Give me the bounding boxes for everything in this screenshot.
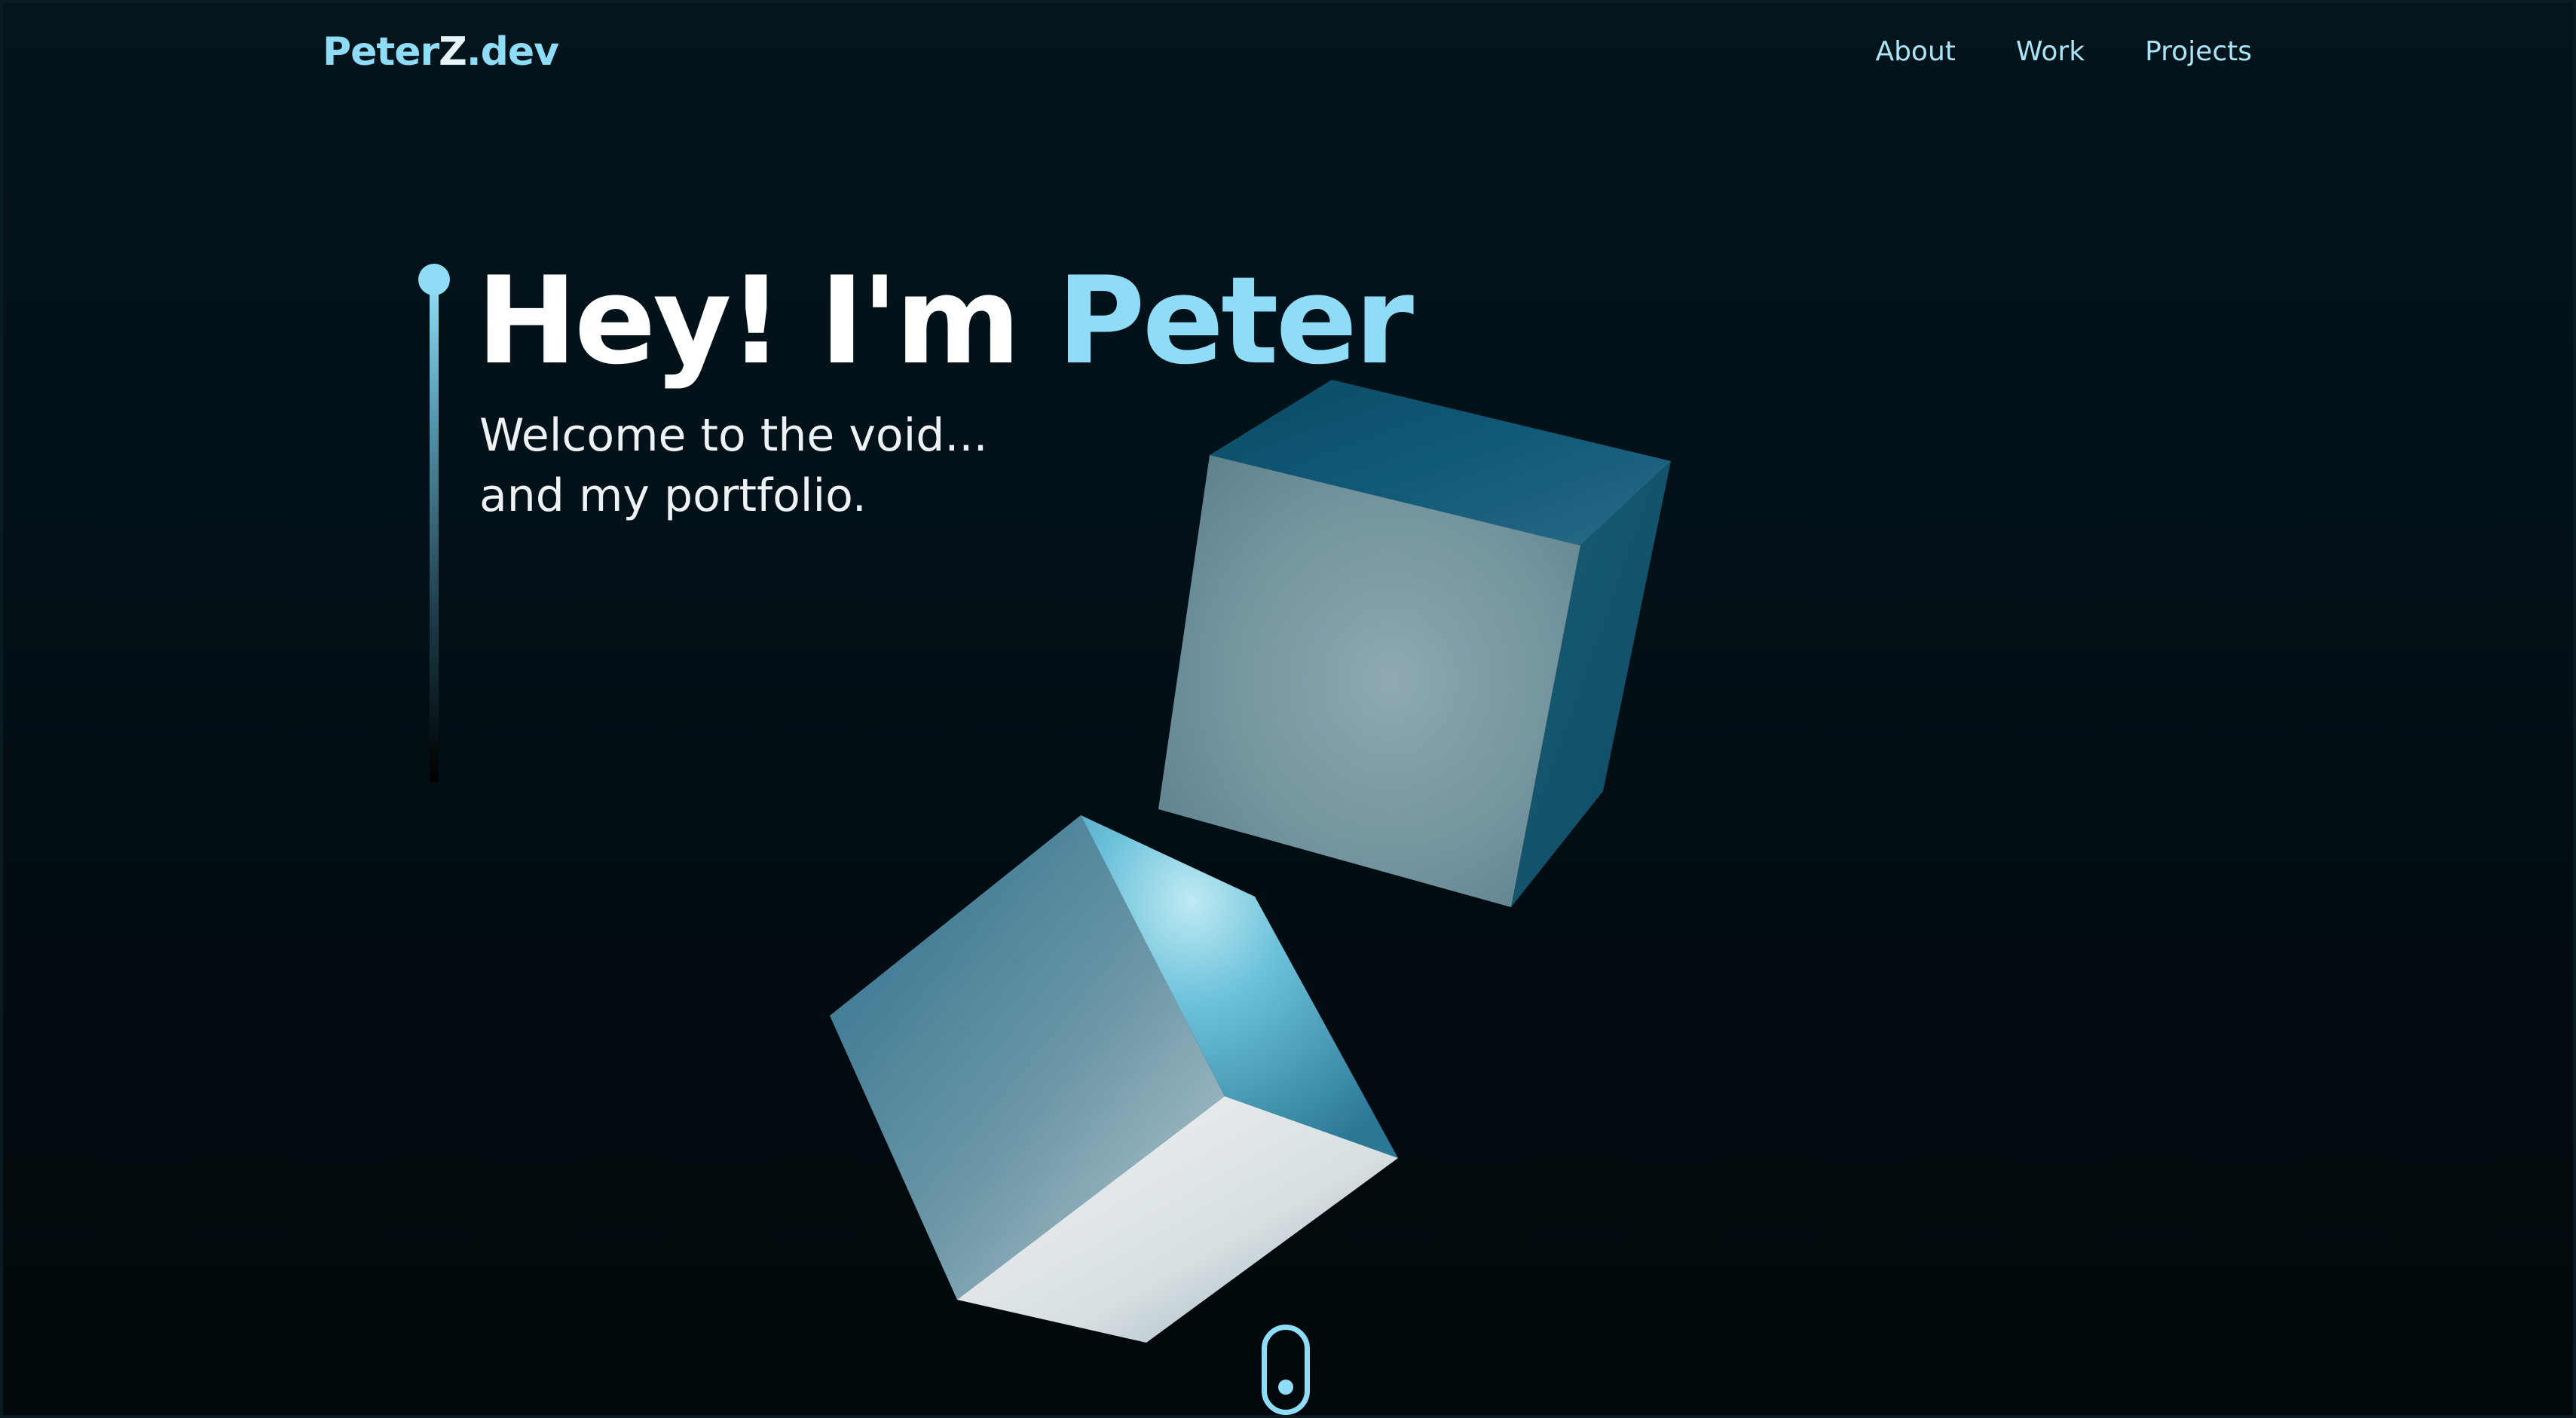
mouse-scroll-icon[interactable] xyxy=(1262,1325,1310,1415)
hero-page: PeterZ.dev About Work Projects Hey! I'm … xyxy=(0,0,2576,1418)
scroll-wheel-dot xyxy=(1278,1380,1293,1395)
cube-upper-right xyxy=(1158,380,1671,907)
cubes-illustration xyxy=(830,380,1671,1343)
cube-lower-left xyxy=(830,815,1398,1343)
